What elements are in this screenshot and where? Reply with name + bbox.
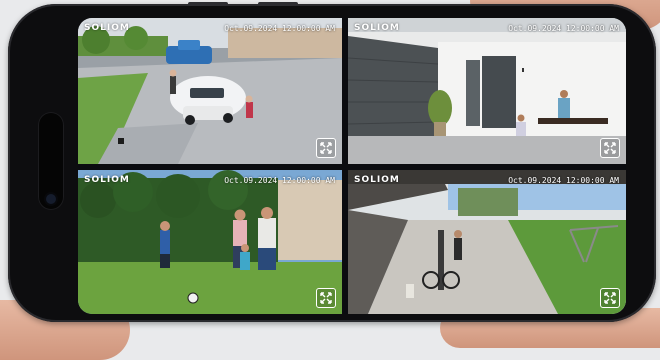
timestamp: Oct.09.2024 12:00:00 AM bbox=[508, 176, 619, 185]
fullscreen-expand-icon[interactable] bbox=[600, 138, 620, 158]
driveway-scene bbox=[78, 18, 342, 164]
brand-logo: SOLIOM bbox=[84, 23, 130, 33]
patio-scene bbox=[348, 170, 626, 314]
fullscreen-expand-icon[interactable] bbox=[600, 288, 620, 308]
front-door-scene bbox=[348, 18, 626, 164]
timestamp: Oct.09.2024 12:00:00 AM bbox=[224, 24, 335, 33]
camera-feed-front-door[interactable]: SOLIOM Oct.09.2024 12:00:00 AM bbox=[348, 18, 626, 164]
brand-logo: SOLIOM bbox=[354, 23, 400, 33]
fullscreen-expand-icon[interactable] bbox=[316, 288, 336, 308]
brand-logo: SOLIOM bbox=[354, 175, 400, 185]
fullscreen-expand-icon[interactable] bbox=[316, 138, 336, 158]
expand-arrows-icon bbox=[320, 292, 332, 304]
camera-feed-patio[interactable]: SOLIOM Oct.09.2024 12:00:00 AM bbox=[348, 170, 626, 314]
timestamp: Oct.09.2024 12:00:00 AM bbox=[508, 24, 619, 33]
camera-feed-driveway[interactable]: SOLIOM Oct.09.2024 12:00:00 AM bbox=[78, 18, 342, 164]
brand-logo: SOLIOM bbox=[84, 175, 130, 185]
volume-button bbox=[188, 2, 228, 6]
expand-arrows-icon bbox=[604, 292, 616, 304]
power-button bbox=[258, 2, 298, 6]
expand-arrows-icon bbox=[604, 142, 616, 154]
camera-feed-backyard[interactable]: SOLIOM Oct.09.2024 12:00:00 AM bbox=[78, 170, 342, 314]
timestamp: Oct.09.2024 12:00:00 AM bbox=[224, 176, 335, 185]
expand-arrows-icon bbox=[320, 142, 332, 154]
phone-frame: SOLIOM Oct.09.2024 12:00:00 AM SOLIOM Oc… bbox=[8, 2, 656, 322]
backyard-scene bbox=[78, 170, 342, 314]
camera-grid-screen: SOLIOM Oct.09.2024 12:00:00 AM SOLIOM Oc… bbox=[78, 18, 626, 314]
front-camera-icon bbox=[46, 194, 56, 204]
